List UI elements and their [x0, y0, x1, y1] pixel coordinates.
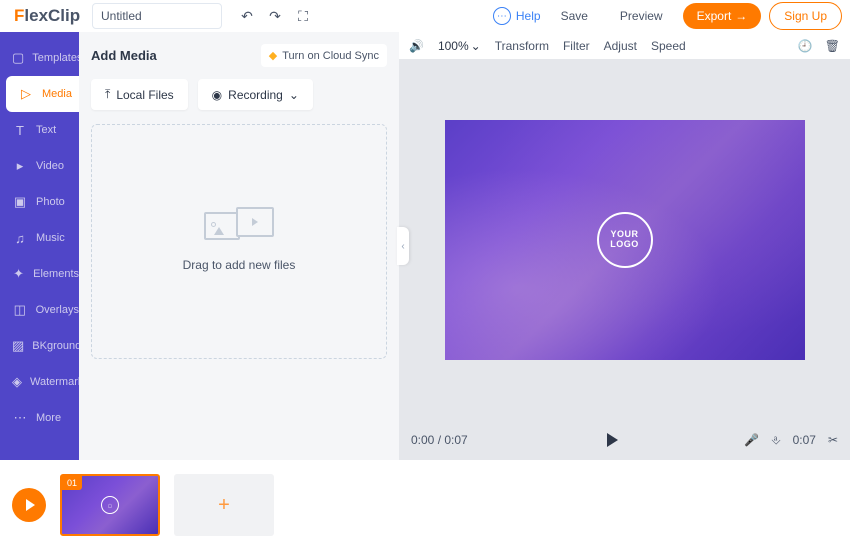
sidebar-item-photo[interactable]: ▣Photo [0, 184, 79, 220]
sidebar-item-video[interactable]: ▸Video [0, 148, 79, 184]
background-icon: ▨ [12, 338, 24, 354]
media-panel: Add Media ◆ Turn on Cloud Sync ⤒ Local F… [79, 32, 399, 460]
elements-icon: ✦ [12, 266, 25, 282]
fullscreen-icon[interactable]: ⛶ [294, 7, 312, 25]
split-icon[interactable]: ⎀ [771, 433, 781, 448]
redo-icon[interactable]: ↷ [266, 7, 284, 25]
preview-panel: 🔊 100%⌄ Transform Filter Adjust Speed 🕘 … [399, 32, 850, 460]
timeline-play-button[interactable] [12, 488, 46, 522]
cloud-sync-toggle[interactable]: ◆ Turn on Cloud Sync [261, 44, 387, 67]
adjust-tool[interactable]: Adjust [604, 39, 637, 53]
transform-tool[interactable]: Transform [495, 39, 549, 53]
canvas-logo-placeholder[interactable]: YOUR LOGO [597, 212, 653, 268]
music-icon: ♫ [12, 230, 28, 246]
sidebar-item-elements[interactable]: ✦Elements [0, 256, 79, 292]
zoom-dropdown[interactable]: 100%⌄ [438, 39, 481, 53]
sidebar-item-templates[interactable]: ▢Templates [0, 40, 79, 76]
sidebar-item-media[interactable]: ▷Media [6, 76, 79, 112]
export-button[interactable]: Export→ [683, 3, 762, 29]
chevron-down-icon: ⌄ [471, 39, 481, 53]
more-icon: ⋯ [12, 410, 28, 426]
timeline-clip-1[interactable]: 01 ◯ [60, 474, 160, 536]
video-icon: ▸ [12, 158, 28, 174]
text-icon: T [12, 122, 28, 138]
speed-tool[interactable]: Speed [651, 39, 686, 53]
duration-label: 0:07 [793, 433, 816, 447]
undo-icon[interactable]: ↶ [238, 7, 256, 25]
media-panel-title: Add Media [91, 48, 157, 63]
record-icon: ◉ [212, 88, 222, 102]
filter-tool[interactable]: Filter [563, 39, 590, 53]
collapse-panel-button[interactable]: ‹ [397, 227, 409, 265]
mic-icon[interactable]: 🎤 [744, 433, 759, 447]
drop-zone-text: Drag to add new files [183, 258, 296, 272]
templates-icon: ▢ [12, 50, 24, 66]
sidebar-item-more[interactable]: ⋯More [0, 400, 79, 436]
history-icon[interactable]: 🕘 [798, 39, 813, 53]
media-drop-zone[interactable]: Drag to add new files [91, 124, 387, 359]
delete-icon[interactable]: 🗑 [825, 39, 840, 53]
upload-icon: ⤒ [105, 87, 110, 102]
clip-thumbnail-logo: ◯ [101, 496, 119, 514]
sidebar-item-overlays[interactable]: ◫Overlays [0, 292, 79, 328]
timeline: 01 ◯ + [0, 460, 850, 550]
help-icon: ⋯ [493, 7, 511, 25]
chevron-down-icon: ⌄ [289, 88, 299, 102]
preview-canvas[interactable]: YOUR LOGO [445, 120, 805, 360]
sidebar-item-text[interactable]: TText [0, 112, 79, 148]
help-button[interactable]: ⋯ Help [493, 7, 541, 25]
sidebar-item-music[interactable]: ♫Music [0, 220, 79, 256]
sidebar-item-background[interactable]: ▨BKground [0, 328, 79, 364]
arrow-right-icon: → [735, 9, 747, 23]
recording-button[interactable]: ◉ Recording ⌄ [198, 79, 313, 110]
preview-button[interactable]: Preview [608, 3, 675, 29]
drop-zone-graphic-icon [204, 212, 274, 240]
diamond-icon: ◆ [269, 49, 277, 62]
local-files-button[interactable]: ⤒ Local Files [91, 79, 188, 110]
volume-icon[interactable]: 🔊 [409, 39, 424, 53]
save-button[interactable]: Save [549, 3, 600, 29]
photo-icon: ▣ [12, 194, 28, 210]
sidebar: ▢Templates ▷Media TText ▸Video ▣Photo ♫M… [0, 32, 79, 460]
cut-icon[interactable]: ✂ [828, 433, 838, 447]
app-logo: FlexClip [8, 6, 84, 26]
add-clip-button[interactable]: + [174, 474, 274, 536]
play-button[interactable] [607, 433, 618, 447]
overlays-icon: ◫ [12, 302, 28, 318]
watermark-icon: ◈ [12, 374, 22, 390]
signup-button[interactable]: Sign Up [769, 2, 842, 30]
player-controls: 0:00 / 0:07 🎤 ⎀ 0:07 ✂ [399, 420, 850, 460]
media-icon: ▷ [18, 86, 34, 102]
playback-time: 0:00 / 0:07 [411, 433, 481, 447]
clip-number-badge: 01 [62, 476, 82, 490]
project-title-input[interactable] [92, 3, 222, 29]
sidebar-item-watermark[interactable]: ◈Watermark [0, 364, 79, 400]
